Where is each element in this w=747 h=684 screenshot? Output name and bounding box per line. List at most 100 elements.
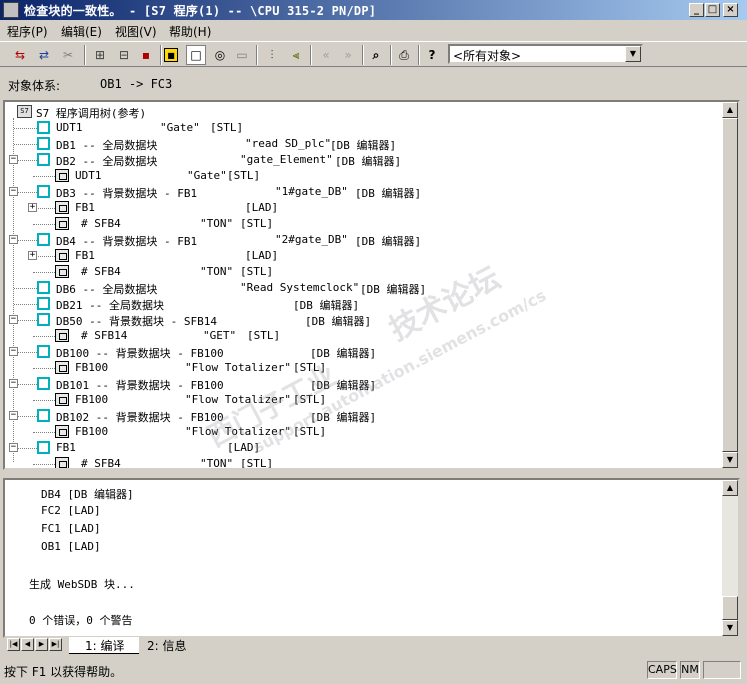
chevron-down-icon[interactable]: ▼ bbox=[625, 46, 641, 62]
block-icon[interactable]: ■ bbox=[164, 48, 178, 62]
collapse-node-icon[interactable]: − bbox=[9, 155, 18, 164]
tree-row-editor-tag: [STL] bbox=[227, 169, 261, 182]
tree-row[interactable]: − DB50 -- 背景数据块 - SFB14 [DB 编辑器] bbox=[5, 312, 720, 328]
toolbar-separator bbox=[390, 45, 392, 65]
tree-row[interactable]: + FB1 [LAD] bbox=[5, 200, 720, 216]
menu-edit[interactable]: 编辑(E) bbox=[61, 23, 102, 40]
output-panel[interactable]: DB4 [DB 编辑器] FC2 [LAD] FC1 [LAD] OB1 [LA… bbox=[3, 478, 740, 638]
expand-icon[interactable]: ⫶ bbox=[262, 45, 282, 65]
tree-vertical-scrollbar[interactable]: ▲ ▼ bbox=[722, 102, 738, 468]
output-tabs: |◀ ◀ ▶ ▶| 1: 编译 2: 信息 bbox=[3, 636, 740, 656]
expand-node-icon[interactable]: + bbox=[28, 251, 37, 260]
next-icon[interactable]: » bbox=[338, 45, 358, 65]
object-filter-select[interactable]: <所有对象> ▼ bbox=[448, 44, 643, 64]
tree-row[interactable]: FB100 "Flow Totalizer" [STL] bbox=[5, 392, 720, 408]
scroll-thumb[interactable] bbox=[722, 118, 738, 452]
object-filter-value: <所有对象> bbox=[453, 49, 522, 63]
tree-row[interactable]: − DB101 -- 背景数据块 - FB100 [DB 编辑器] bbox=[5, 376, 720, 392]
menu-view[interactable]: 视图(V) bbox=[115, 23, 157, 40]
tree-row-editor-tag: [DB 编辑器] bbox=[293, 299, 360, 312]
tree-row[interactable]: − DB4 -- 背景数据块 - FB1 "2#gate_DB" [DB 编辑器] bbox=[5, 232, 720, 248]
tree-row[interactable]: # SFB4 "TON" [STL] bbox=[5, 216, 720, 232]
compile-icon[interactable]: ▪ bbox=[136, 45, 156, 65]
close-button[interactable]: × bbox=[723, 3, 738, 17]
minimize-button[interactable]: _ bbox=[689, 3, 704, 17]
function-block-icon bbox=[55, 393, 69, 406]
previous-icon[interactable]: « bbox=[316, 45, 336, 65]
open-offline-icon[interactable]: ⇄ bbox=[34, 45, 54, 65]
tree-row[interactable]: # SFB4 "TON" [STL] bbox=[5, 264, 720, 280]
collapse-node-icon[interactable]: − bbox=[9, 315, 18, 324]
object-path-value: OB1 -> FC3 bbox=[100, 77, 173, 91]
tree-row[interactable]: DB1 -- 全局数据块 "read SD_plc" [DB 编辑器] bbox=[5, 136, 720, 152]
tree-row-symbol: "2#gate_DB" bbox=[275, 233, 348, 246]
expand-node-icon[interactable]: + bbox=[28, 203, 37, 212]
tree-row[interactable]: FB100 "Flow Totalizer" [STL] bbox=[5, 360, 720, 376]
help-icon[interactable]: ? bbox=[422, 45, 442, 65]
collapse-icon[interactable]: ⫷ bbox=[286, 45, 306, 65]
tree-row[interactable]: UDT1 "Gate" [STL] bbox=[5, 168, 720, 184]
tree-row-name: # SFB4 bbox=[81, 457, 121, 470]
scroll-up-icon[interactable]: ▲ bbox=[722, 102, 738, 118]
collapse-node-icon[interactable]: − bbox=[9, 187, 18, 196]
refresh-icon[interactable]: ◎ bbox=[210, 45, 230, 65]
delete-icon[interactable]: ✂ bbox=[58, 45, 78, 65]
tree-row[interactable]: # SFB14 "GET" [STL] bbox=[5, 328, 720, 344]
data-block-icon bbox=[37, 441, 50, 454]
tree-row-symbol: "Gate" bbox=[160, 121, 200, 134]
tree-root-label: S7 程序调用树(参考) bbox=[36, 107, 147, 120]
tree-row-symbol: "Read Systemclock" bbox=[240, 281, 360, 294]
tree-row[interactable]: DB21 -- 全局数据块 [DB 编辑器] bbox=[5, 296, 720, 312]
function-block-icon bbox=[55, 329, 69, 342]
tree-row[interactable]: − DB2 -- 全局数据块 "gate_Element" [DB 编辑器] bbox=[5, 152, 720, 168]
tree-view-icon[interactable]: ⊞ bbox=[90, 45, 110, 65]
previous-tab-icon[interactable]: ◀ bbox=[21, 638, 34, 651]
collapse-node-icon[interactable]: − bbox=[9, 379, 18, 388]
collapse-node-icon[interactable]: − bbox=[9, 347, 18, 356]
tree-row-editor-tag: [STL] bbox=[293, 393, 327, 406]
print-icon[interactable]: ⎙ bbox=[394, 45, 414, 65]
tree-row[interactable]: − FB1 [LAD] bbox=[5, 440, 720, 456]
page-icon[interactable]: ▭ bbox=[232, 45, 252, 65]
collapse-node-icon[interactable]: − bbox=[9, 235, 18, 244]
tree-row[interactable]: UDT1 "Gate" [STL] bbox=[5, 120, 720, 136]
tree-row-editor-tag: [DB 编辑器] bbox=[310, 379, 377, 392]
list-view-icon[interactable]: ⊟ bbox=[114, 45, 134, 65]
tree-row[interactable]: DB6 -- 全局数据块 "Read Systemclock" [DB 编辑器] bbox=[5, 280, 720, 296]
scroll-up-icon[interactable]: ▲ bbox=[722, 480, 738, 496]
tree-row[interactable]: − DB100 -- 背景数据块 - FB100 [DB 编辑器] bbox=[5, 344, 720, 360]
call-tree-panel[interactable]: S7 S7 程序调用树(参考) UDT1 "Gate" [STL] DB1 -- 全局… bbox=[3, 100, 740, 470]
scroll-thumb[interactable] bbox=[722, 596, 738, 620]
object-path-label: 对象体系: bbox=[8, 79, 61, 93]
tree-row[interactable]: # SFB4 "TON" [STL] bbox=[5, 456, 720, 470]
first-tab-icon[interactable]: |◀ bbox=[7, 638, 20, 651]
panel-splitter[interactable] bbox=[0, 470, 747, 478]
function-block-icon bbox=[55, 425, 69, 438]
tree-row-symbol: "1#gate_DB" bbox=[275, 185, 348, 198]
tree-row-name: DB21 -- 全局数据块 bbox=[56, 299, 164, 312]
collapse-node-icon[interactable]: − bbox=[9, 411, 18, 420]
scroll-down-icon[interactable]: ▼ bbox=[722, 452, 738, 468]
function-block-icon bbox=[55, 169, 69, 182]
tree-row[interactable]: + FB1 [LAD] bbox=[5, 248, 720, 264]
last-tab-icon[interactable]: ▶| bbox=[49, 638, 62, 651]
tree-row-symbol: "TON" bbox=[200, 217, 234, 230]
find-icon[interactable]: ⌕ bbox=[366, 45, 386, 65]
tree-row[interactable]: − DB102 -- 背景数据块 - FB100 [DB 编辑器] bbox=[5, 408, 720, 424]
scroll-down-icon[interactable]: ▼ bbox=[722, 620, 738, 636]
maximize-button[interactable]: □ bbox=[705, 3, 720, 17]
next-tab-icon[interactable]: ▶ bbox=[35, 638, 48, 651]
menu-help[interactable]: 帮助(H) bbox=[169, 23, 211, 40]
collapse-node-icon[interactable]: − bbox=[9, 443, 18, 452]
tree-root[interactable]: S7 S7 程序调用树(参考) bbox=[5, 104, 705, 120]
output-vertical-scrollbar[interactable]: ▲ ▼ bbox=[722, 480, 738, 636]
tree-row[interactable]: FB100 "Flow Totalizer" [STL] bbox=[5, 424, 720, 440]
stop-icon[interactable]: □ bbox=[186, 45, 206, 65]
open-online-icon[interactable]: ⇆ bbox=[10, 45, 30, 65]
tab-compile[interactable]: 1: 编译 bbox=[69, 637, 139, 654]
tree-row-name: DB2 -- 全局数据块 bbox=[56, 155, 158, 168]
menu-program[interactable]: 程序(P) bbox=[7, 23, 48, 40]
tree-row[interactable]: − DB3 -- 背景数据块 - FB1 "1#gate_DB" [DB 编辑器] bbox=[5, 184, 720, 200]
tab-info[interactable]: 2: 信息 bbox=[143, 637, 195, 653]
status-bar: 按下 F1 以获得帮助。 CAPS NM bbox=[0, 658, 747, 684]
